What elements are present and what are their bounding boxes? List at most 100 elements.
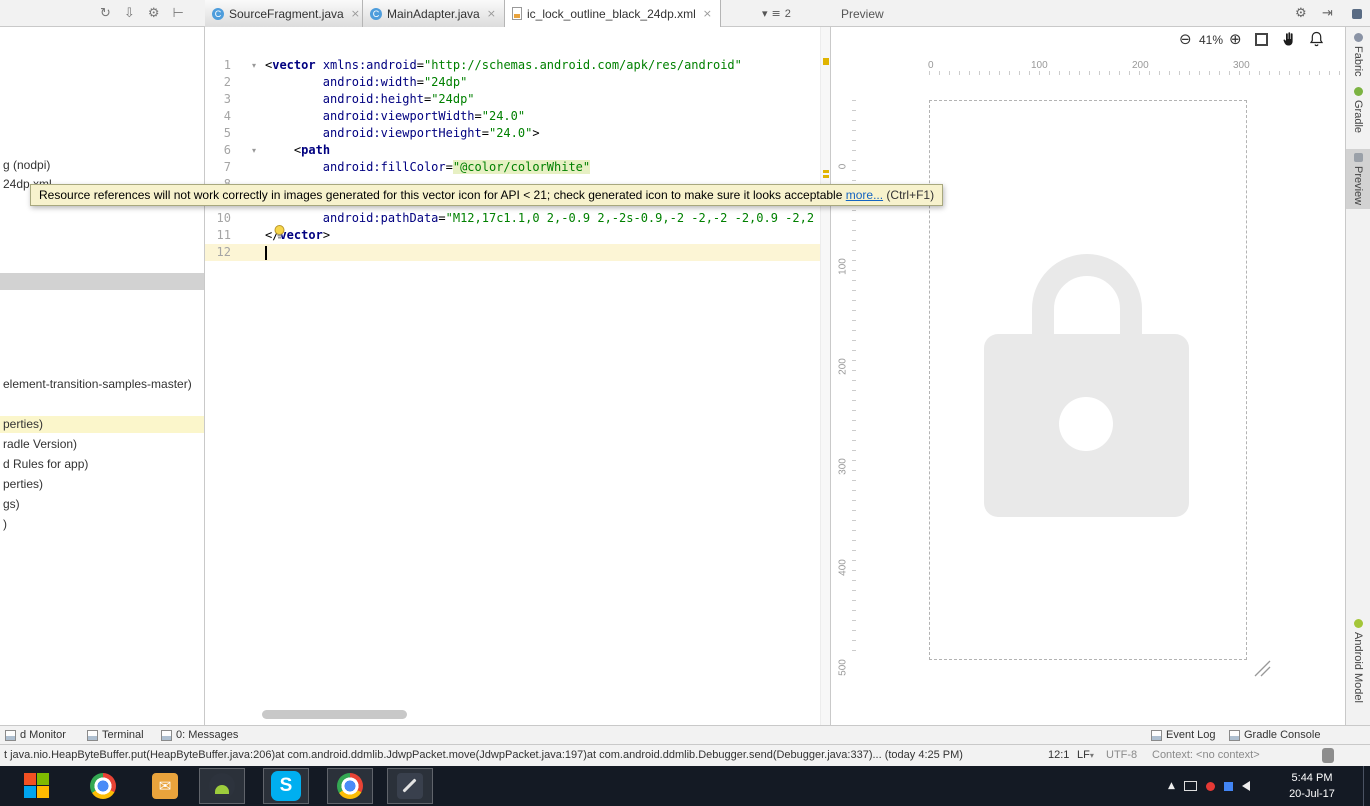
warning-stripe-mark[interactable] <box>823 170 829 173</box>
hector-inspector-icon[interactable] <box>1322 748 1334 763</box>
context-widget[interactable]: Context: <no context> <box>1152 749 1260 761</box>
error-stripe[interactable] <box>820 27 830 725</box>
android-studio-icon <box>209 773 235 799</box>
windows-logo-blue <box>24 786 36 798</box>
project-tree-item-label: element-transition-samples-master) <box>3 377 192 391</box>
project-tree-item-label: gs) <box>3 497 20 511</box>
line-separator-widget[interactable]: LF▾ <box>1077 749 1094 761</box>
code-editor[interactable]: ▾ ▾ 1 <vector xmlns:android="http://schem… <box>205 27 830 725</box>
warning-stripe-mark[interactable] <box>823 58 829 65</box>
horizontal-scrollbar[interactable] <box>262 710 407 719</box>
android-robot-head <box>215 785 229 794</box>
chrome-icon <box>337 773 363 799</box>
zoom-to-fit-button[interactable] <box>1255 33 1268 46</box>
tab-list-icon[interactable]: ≡ <box>772 7 781 20</box>
project-tree-item[interactable]: perties) <box>0 416 204 433</box>
tab-close-icon[interactable]: × <box>487 7 496 20</box>
tab-close-icon[interactable]: × <box>351 7 360 20</box>
toolwindow-button[interactable]: 0: Messages <box>158 726 241 744</box>
tool-strip-tab-preview[interactable]: Preview <box>1346 149 1370 210</box>
fabric-plugin-icon[interactable] <box>1352 9 1362 19</box>
project-tree-item[interactable]: perties) <box>0 476 204 493</box>
zoom-level: 41% <box>1199 33 1224 47</box>
start-button[interactable] <box>24 773 51 799</box>
tray-display-icon[interactable] <box>1183 781 1197 791</box>
design-tool-icon <box>397 773 423 799</box>
code-line: 6 <path <box>205 142 830 159</box>
tool-strip-label: Preview <box>1352 166 1364 206</box>
ruler-label: 400 <box>837 559 849 576</box>
tab-overflow-control[interactable]: ▾ ≡ 2 <box>762 0 791 27</box>
tray-expand-icon[interactable]: ▲ <box>1168 781 1175 791</box>
editor-tab-bar: C SourceFragment.java × C MainAdapter.java × i… <box>0 0 830 27</box>
encoding-widget[interactable]: UTF-8 <box>1106 749 1137 761</box>
tab-label: SourceFragment.java <box>229 6 344 21</box>
code-line: 12 <box>205 244 830 261</box>
intention-lightbulb-icon[interactable] <box>273 224 286 240</box>
windows-logo-red <box>24 773 36 785</box>
ruler-label: 500 <box>837 659 849 676</box>
zoom-out-button[interactable]: ⊖ <box>1179 30 1192 48</box>
project-tree-item[interactable]: element-transition-samples-master) <box>0 376 204 393</box>
zoom-in-button[interactable]: ⊕ <box>1229 30 1242 48</box>
project-tree-item[interactable]: g (nodpi) <box>0 157 204 174</box>
warning-stripe-mark[interactable] <box>823 175 829 178</box>
chevron-down-icon[interactable]: ▾ <box>762 7 768 20</box>
editor-tab[interactable]: C MainAdapter.java × <box>363 0 505 27</box>
project-tree-item[interactable]: radle Version) <box>0 436 204 453</box>
editor-tab[interactable]: C SourceFragment.java × <box>205 0 363 27</box>
toolwindow-label: Gradle Console <box>1244 729 1321 741</box>
taskbar-app-chrome[interactable] <box>327 768 373 804</box>
tray-app-icon[interactable] <box>1223 781 1233 791</box>
ruler-label: 100 <box>837 258 849 275</box>
toolwindow-icon <box>1151 729 1162 741</box>
project-tree-item[interactable] <box>0 273 204 290</box>
project-tree-panel[interactable]: g (nodpi) 24dp.xml element-transition-samp… <box>0 27 205 725</box>
editor-tab[interactable]: ic_lock_outline_black_24dp.xml × <box>505 0 721 27</box>
tray-notification-icon[interactable] <box>1205 781 1215 791</box>
toolwindow-button[interactable]: Event Log <box>1148 726 1219 744</box>
notifications-bell-icon[interactable] <box>1309 31 1324 48</box>
hide-panel-icon[interactable]: ⇥ <box>1322 6 1333 21</box>
show-desktop-button[interactable] <box>1363 766 1370 806</box>
tool-strip-tab-gradle[interactable]: Gradle <box>1346 83 1370 137</box>
resize-handle[interactable] <box>1251 657 1271 677</box>
code-text: android:width="24dp" <box>322 75 468 89</box>
status-message: t java.nio.HeapByteBuffer.put(HeapByteBu… <box>4 749 963 761</box>
taskbar-app-design-tool[interactable] <box>387 768 433 804</box>
taskbar-app-android-studio[interactable] <box>199 768 245 804</box>
ruler-label: 100 <box>1031 60 1048 71</box>
project-tree-item[interactable]: d Rules for app) <box>0 456 204 473</box>
tooltip-more-link[interactable]: more... <box>846 188 883 202</box>
status-bar: t java.nio.HeapByteBuffer.put(HeapByteBu… <box>0 744 1370 766</box>
code-text: <vector xmlns:android="http://schemas.an… <box>265 58 742 72</box>
tool-strip-tab-android-model[interactable]: Android Model <box>1346 615 1370 707</box>
toolwindow-button[interactable]: Gradle Console <box>1226 726 1323 744</box>
tool-strip-icon <box>1353 33 1363 42</box>
taskbar-app-skype[interactable]: S <box>263 768 309 804</box>
java-class-icon: C <box>370 7 382 20</box>
tool-strip-tab-fabric[interactable]: Fabric <box>1346 29 1370 81</box>
tab-label: ic_lock_outline_black_24dp.xml <box>527 6 696 21</box>
tray-volume-icon[interactable] <box>1241 781 1250 791</box>
tool-strip-icon <box>1353 153 1363 162</box>
ruler-label: 0 <box>837 163 849 170</box>
project-tree-item[interactable]: ) <box>0 516 204 533</box>
pan-hand-icon[interactable] <box>1281 31 1297 47</box>
code-line: 10 android:pathData="M12,17c1.1,0 2,-0.9… <box>205 210 830 227</box>
gear-icon[interactable]: ⚙ <box>1295 6 1307 21</box>
tab-close-icon[interactable]: × <box>703 7 712 20</box>
tooltip-text: Resource references will not work correc… <box>39 188 846 202</box>
toolwindow-button[interactable]: d Monitor <box>2 726 69 744</box>
system-tray: ▲ <box>1168 766 1250 806</box>
preview-pane-title: Preview <box>841 7 884 21</box>
toolwindow-icon <box>1229 729 1240 741</box>
project-tree-item[interactable]: gs) <box>0 496 204 513</box>
taskbar-app-mail[interactable]: ✉ <box>142 768 188 804</box>
line-number: 3 <box>223 92 231 106</box>
taskbar-clock[interactable]: 5:44 PM 20-Jul-17 <box>1276 770 1348 802</box>
toolwindow-button[interactable]: Terminal <box>84 726 147 744</box>
caret-position-widget[interactable]: 12:1 <box>1048 749 1069 761</box>
clock-time: 5:44 PM <box>1291 772 1333 784</box>
taskbar-app-chrome[interactable] <box>80 768 126 804</box>
